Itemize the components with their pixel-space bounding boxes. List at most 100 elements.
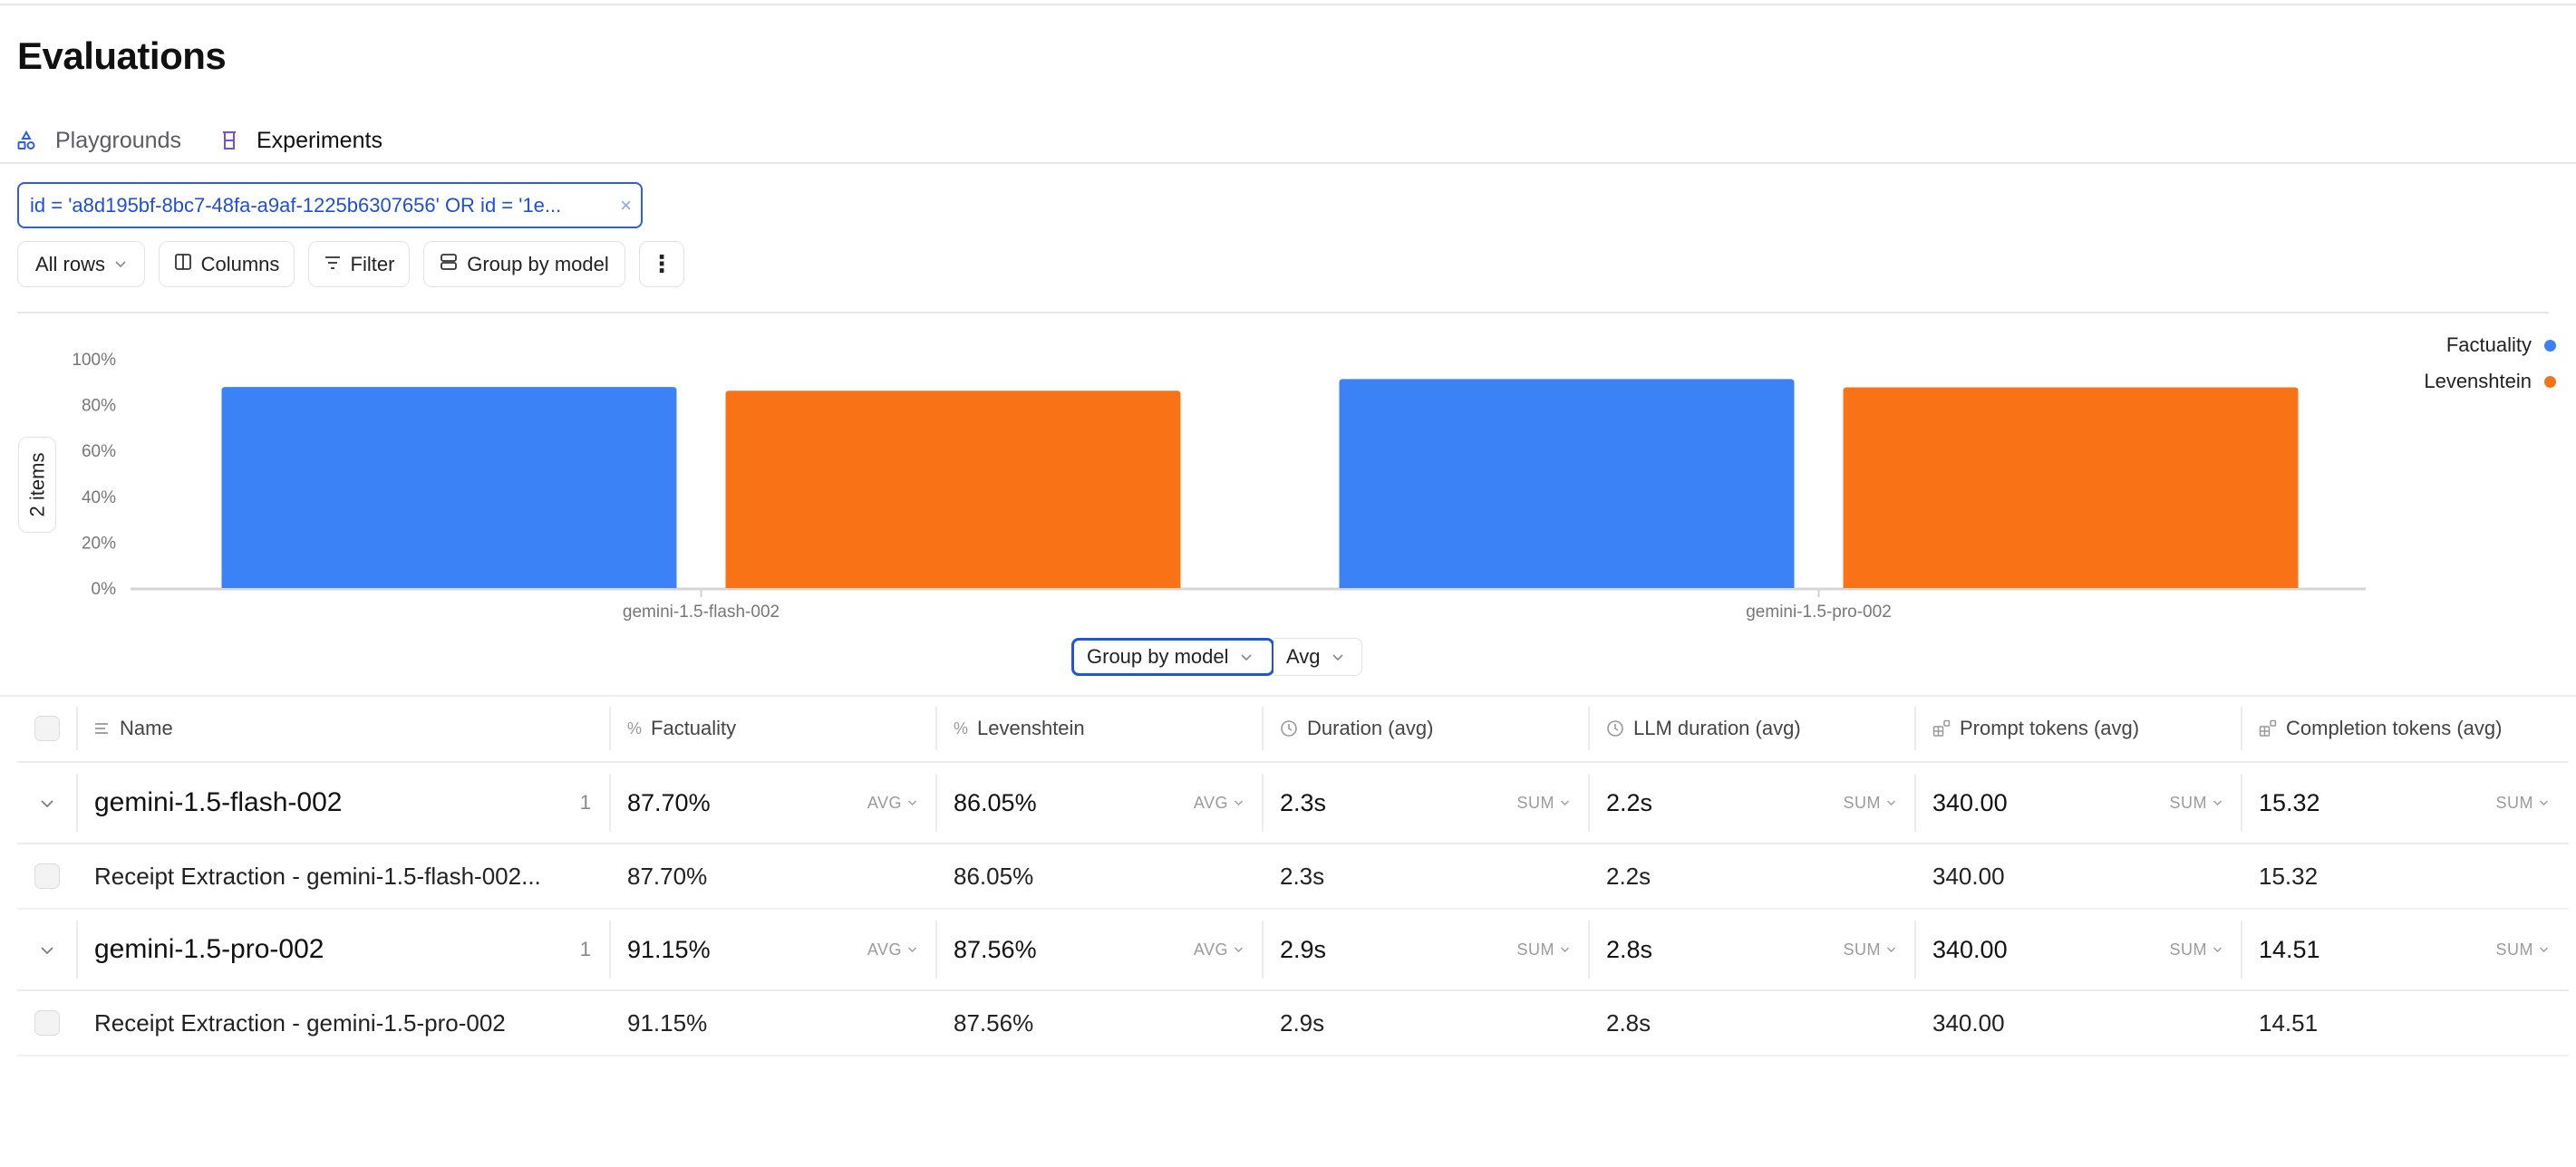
group-value: 2.9s xyxy=(1280,936,1517,964)
filter-chip[interactable]: id = 'a8d195bf-8bc7-48fa-a9af-1225b63076… xyxy=(17,182,643,228)
cell-value: 14.51 xyxy=(2259,1009,2318,1037)
aggregate-label: AVG xyxy=(867,794,902,813)
aggregate-select[interactable]: AVG xyxy=(1194,940,1244,960)
group-value: 87.70% xyxy=(627,789,867,817)
columns-icon xyxy=(174,253,192,276)
aggregate-label: SUM xyxy=(2496,794,2534,813)
cell-value: 2.2s xyxy=(1606,863,1651,891)
tabs-divider xyxy=(0,162,2576,164)
group-factuality-cell: 91.15% AVG xyxy=(609,910,935,989)
chevron-down-icon xyxy=(114,256,127,273)
row-levenshtein-cell: 87.56% xyxy=(935,991,1262,1055)
group-by-label: Group by model xyxy=(467,253,609,276)
group-llm-duration-cell: 2.8s SUM xyxy=(1588,910,1914,989)
aggregate-select[interactable]: SUM xyxy=(1844,940,1897,960)
cell-value: 87.70% xyxy=(627,863,707,891)
column-header-llm-duration[interactable]: LLM duration (avg) xyxy=(1588,696,1914,761)
row-checkbox[interactable] xyxy=(34,863,60,889)
column-header-duration[interactable]: Duration (avg) xyxy=(1262,696,1588,761)
tokens-icon xyxy=(2259,719,2277,738)
legend-item-factuality[interactable]: Factuality xyxy=(2446,333,2556,357)
row-completion-tokens-cell: 15.32 xyxy=(2241,844,2567,908)
experiments-table: Name % Factuality % Levenshtein Duration… xyxy=(17,696,2569,1056)
y-tick-label: 80% xyxy=(82,397,116,416)
x-tick-label: gemini-1.5-flash-002 xyxy=(623,603,780,622)
table-row[interactable]: Receipt Extraction - gemini-1.5-pro-002 … xyxy=(17,991,2569,1056)
close-icon[interactable]: × xyxy=(620,194,632,217)
group-value: 2.8s xyxy=(1606,936,1844,964)
group-name-cell: gemini-1.5-flash-002 1 xyxy=(76,763,609,843)
aggregate-select[interactable]: AVG xyxy=(867,794,917,813)
page-title: Evaluations xyxy=(17,34,226,78)
select-all-cell xyxy=(17,696,76,761)
bar-levenshtein-2[interactable] xyxy=(1844,387,2299,588)
bar-levenshtein-1[interactable] xyxy=(726,391,1181,588)
experiment-name[interactable]: Receipt Extraction - gemini-1.5-pro-002 xyxy=(94,1009,506,1037)
chart-aggregate-select[interactable]: Avg xyxy=(1273,638,1362,676)
column-header-levenshtein[interactable]: % Levenshtein xyxy=(935,696,1262,761)
tab-experiments[interactable]: Experiments xyxy=(222,118,383,163)
bar-factuality-2[interactable] xyxy=(1340,379,1795,588)
aggregate-label: SUM xyxy=(2170,940,2208,960)
column-header-factuality[interactable]: % Factuality xyxy=(609,696,935,761)
bar-factuality-1[interactable] xyxy=(222,387,677,588)
chevron-down-icon xyxy=(1332,650,1344,665)
column-header-label: Levenshtein xyxy=(977,717,1085,740)
chart-group-by-select[interactable]: Group by model xyxy=(1071,638,1274,676)
group-duration-cell: 2.9s SUM xyxy=(1262,910,1588,989)
clock-icon xyxy=(1280,719,1298,738)
group-name: gemini-1.5-pro-002 xyxy=(94,934,580,965)
tab-playgrounds[interactable]: Playgrounds xyxy=(17,118,181,163)
column-header-name[interactable]: Name xyxy=(76,696,609,761)
row-name-cell: Receipt Extraction - gemini-1.5-flash-00… xyxy=(76,844,609,908)
group-row[interactable]: gemini-1.5-pro-002 1 91.15% AVG 87.56% A… xyxy=(17,910,2569,991)
group-value: 86.05% xyxy=(954,789,1194,817)
column-header-prompt-tokens[interactable]: Prompt tokens (avg) xyxy=(1914,696,2241,761)
aggregate-select[interactable]: SUM xyxy=(2496,794,2550,813)
cell-value: 2.9s xyxy=(1280,1009,1324,1037)
filter-button[interactable]: Filter xyxy=(308,241,410,287)
aggregate-select[interactable]: SUM xyxy=(2170,940,2223,960)
aggregate-label: SUM xyxy=(1844,794,1882,813)
cell-value: 87.56% xyxy=(954,1009,1033,1037)
row-prompt-tokens-cell: 340.00 xyxy=(1914,991,2241,1055)
cell-value: 2.3s xyxy=(1280,863,1324,891)
aggregate-select[interactable]: AVG xyxy=(1194,794,1244,813)
column-header-label: Factuality xyxy=(651,717,736,740)
columns-label: Columns xyxy=(201,253,280,276)
group-value: 87.56% xyxy=(954,936,1194,964)
column-header-completion-tokens[interactable]: Completion tokens (avg) xyxy=(2241,696,2567,761)
table-row[interactable]: Receipt Extraction - gemini-1.5-flash-00… xyxy=(17,844,2569,910)
chart-legend: Factuality Levenshtein xyxy=(2424,333,2556,393)
y-tick-label: 40% xyxy=(82,488,116,507)
group-value: 15.32 xyxy=(2259,789,2496,817)
chevron-down-icon[interactable] xyxy=(40,794,54,813)
aggregate-select[interactable]: SUM xyxy=(1517,940,1571,960)
chevron-down-icon[interactable] xyxy=(40,940,54,960)
row-duration-cell: 2.3s xyxy=(1262,844,1588,908)
group-value: 340.00 xyxy=(1932,936,2170,964)
cell-value: 340.00 xyxy=(1932,863,2005,891)
select-all-checkbox[interactable] xyxy=(34,716,60,741)
row-name-cell: Receipt Extraction - gemini-1.5-pro-002 xyxy=(76,991,609,1055)
group-by-button[interactable]: Group by model xyxy=(423,241,625,287)
row-factuality-cell: 87.70% xyxy=(609,844,935,908)
aggregate-select[interactable]: SUM xyxy=(2496,940,2550,960)
legend-item-levenshtein[interactable]: Levenshtein xyxy=(2424,370,2556,393)
row-llm-duration-cell: 2.8s xyxy=(1588,991,1914,1055)
aggregate-select[interactable]: AVG xyxy=(867,940,917,960)
aggregate-select[interactable]: SUM xyxy=(1844,794,1897,813)
percent-icon: % xyxy=(627,719,642,738)
group-completion-tokens-cell: 14.51 SUM xyxy=(2241,910,2567,989)
more-options-button[interactable]: ⋮ xyxy=(639,241,684,287)
table-header-row: Name % Factuality % Levenshtein Duration… xyxy=(17,696,2569,763)
aggregate-select[interactable]: SUM xyxy=(2170,794,2223,813)
shapes-icon xyxy=(17,130,35,150)
experiment-name[interactable]: Receipt Extraction - gemini-1.5-flash-00… xyxy=(94,863,541,891)
columns-button[interactable]: Columns xyxy=(159,241,295,287)
aggregate-select[interactable]: SUM xyxy=(1517,794,1571,813)
group-row[interactable]: gemini-1.5-flash-002 1 87.70% AVG 86.05%… xyxy=(17,763,2569,844)
aggregate-label: SUM xyxy=(1844,940,1882,960)
rows-select[interactable]: All rows xyxy=(17,241,145,287)
row-checkbox[interactable] xyxy=(34,1010,60,1036)
